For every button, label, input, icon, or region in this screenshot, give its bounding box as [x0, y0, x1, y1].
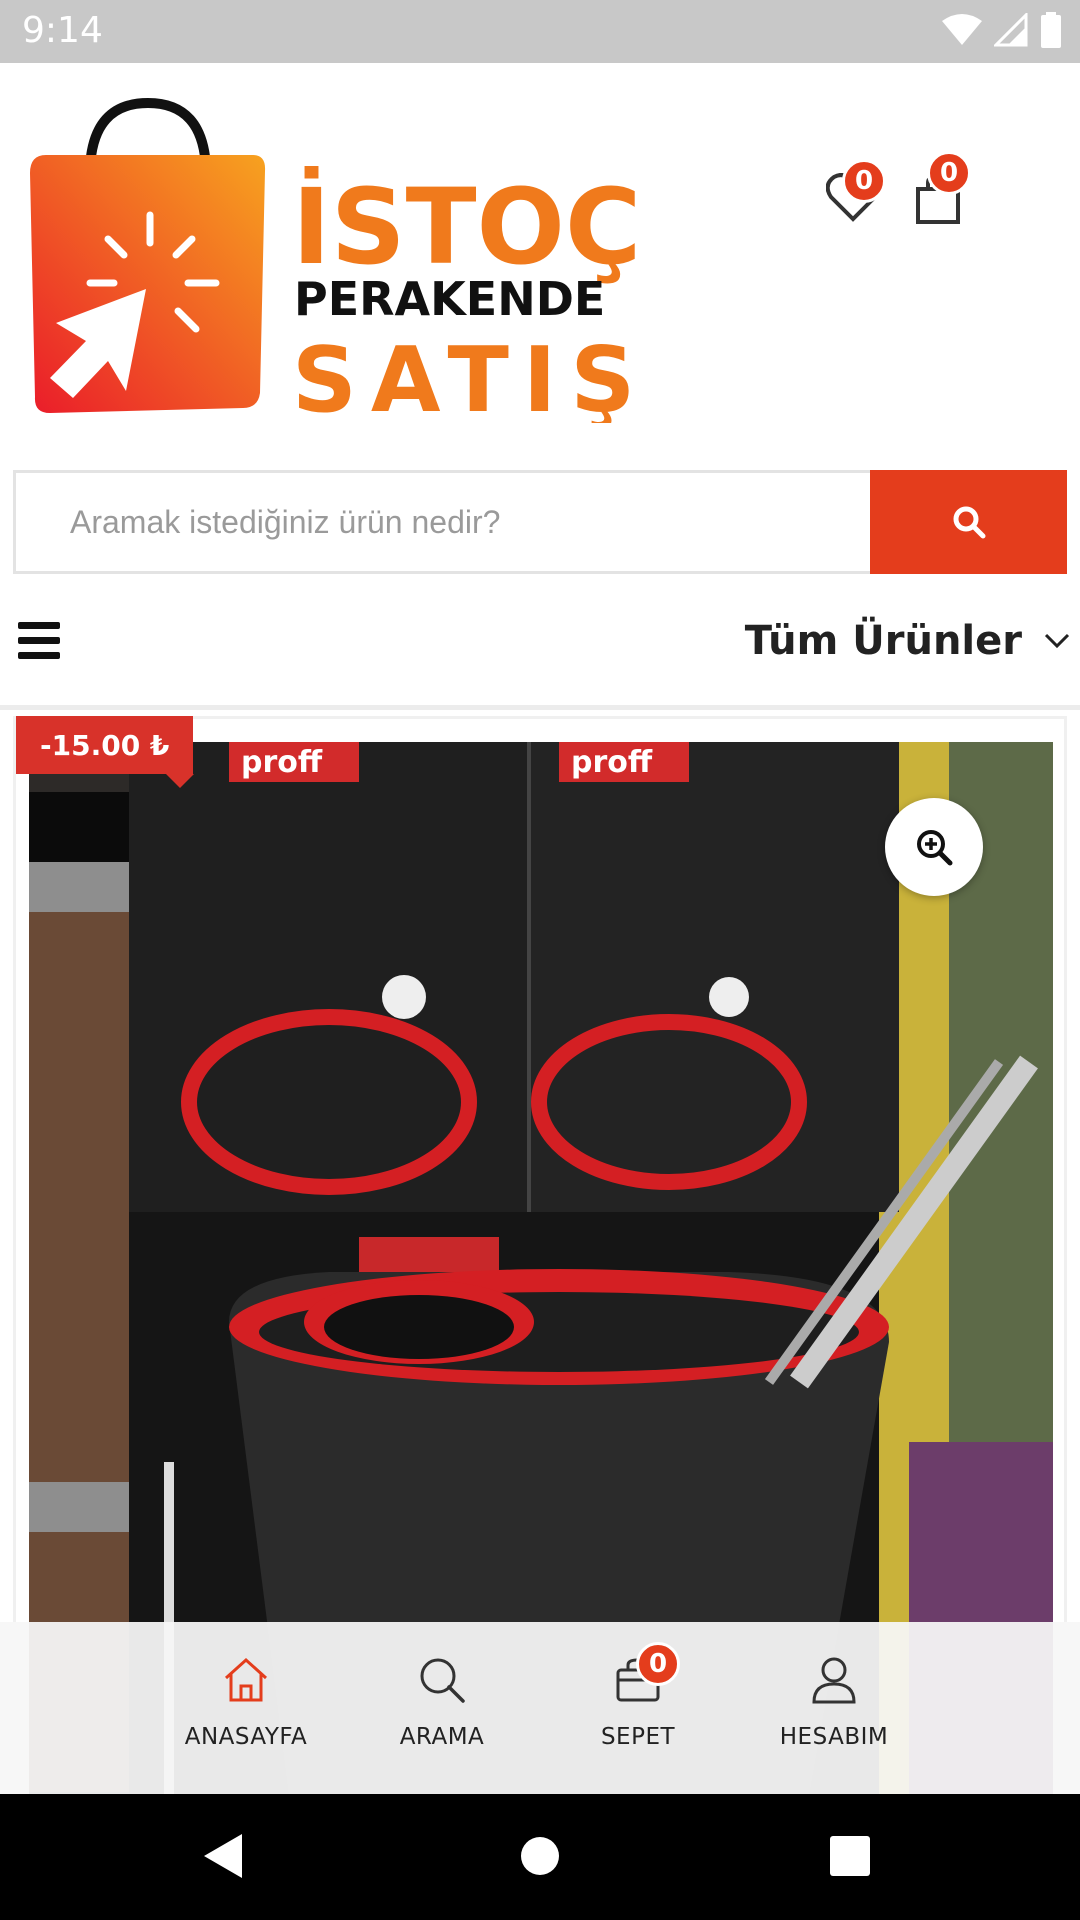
home-icon [224, 1657, 268, 1702]
wishlist-button[interactable]: 0 [825, 159, 886, 228]
box-brand-2: proff [571, 745, 653, 780]
search-input[interactable] [13, 470, 870, 574]
back-icon[interactable] [202, 1832, 244, 1880]
search-bar [13, 470, 1067, 574]
store-logo[interactable]: İSTOÇ PERAKENDE SATIŞ [28, 93, 708, 433]
nav-item-account[interactable]: HESABIM [734, 1622, 934, 1794]
category-bar: Tüm Ürünler [0, 590, 1080, 710]
nav-label-account: HESABIM [779, 1724, 889, 1750]
box-brand-1: proff [241, 745, 323, 780]
cart-badge: 0 [927, 151, 971, 195]
nav-item-search[interactable]: ARAMA [342, 1622, 542, 1794]
nav-cart-badge: 0 [636, 1642, 680, 1686]
cart-button[interactable]: 0 [915, 151, 971, 230]
battery-icon [1041, 12, 1061, 48]
nav-label-home: ANASAYFA [184, 1724, 308, 1750]
home-circle-icon[interactable] [520, 1836, 560, 1876]
category-dropdown[interactable]: Tüm Ürünler [745, 618, 1070, 664]
category-selected: Tüm Ürünler [744, 618, 1022, 664]
search-icon [953, 506, 985, 539]
wishlist-badge: 0 [842, 159, 886, 203]
wifi-icon [942, 14, 982, 45]
signal-icon [994, 13, 1028, 47]
user-icon [812, 1657, 856, 1704]
logo-line2: PERAKENDE [294, 272, 605, 326]
menu-icon[interactable] [18, 622, 60, 659]
zoom-in-icon [917, 830, 953, 866]
logo-graphic: İSTOÇ PERAKENDE SATIŞ [30, 97, 649, 433]
header: İSTOÇ PERAKENDE SATIŞ 0 0 [0, 63, 1080, 463]
chevron-down-icon [1044, 633, 1070, 649]
discount-badge: -15.00 ₺ [16, 716, 195, 788]
system-navigation-bar [0, 1794, 1080, 1920]
status-icons [942, 12, 1062, 48]
recents-icon[interactable] [830, 1836, 870, 1876]
nav-label-cart: SEPET [600, 1724, 676, 1750]
logo-line3: SATIŞ [292, 328, 649, 423]
search-icon [420, 1658, 465, 1703]
bottom-navigation: ANASAYFA ARAMA 0 SEPET HESABIM [0, 1622, 1080, 1794]
logo-line1: İSTOÇ [292, 166, 641, 288]
nav-item-cart[interactable]: 0 SEPET [538, 1622, 738, 1794]
search-button[interactable] [870, 470, 1067, 574]
status-time: 9:14 [22, 10, 103, 51]
nav-item-home[interactable]: ANASAYFA [146, 1622, 346, 1794]
zoom-button[interactable] [885, 798, 983, 896]
status-bar: 9:14 [0, 0, 1080, 63]
nav-label-search: ARAMA [399, 1724, 485, 1750]
